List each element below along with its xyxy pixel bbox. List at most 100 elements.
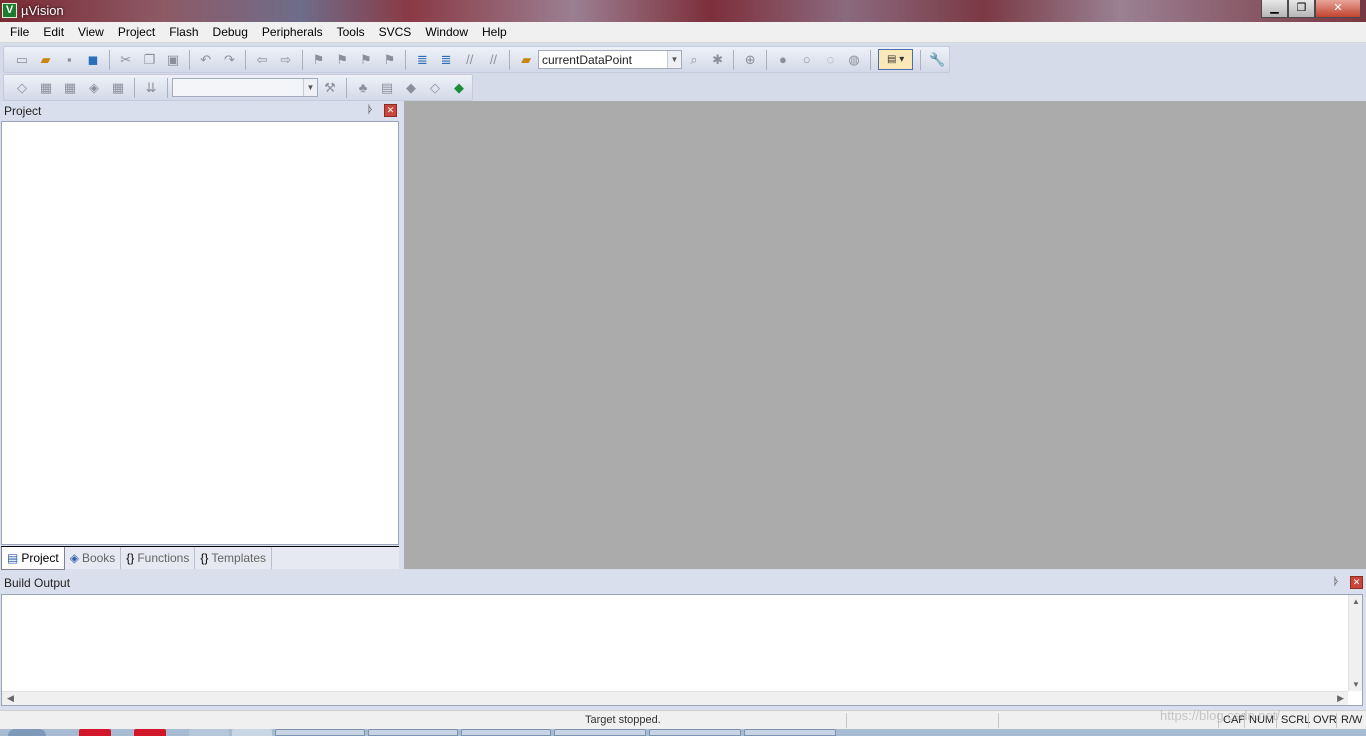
breakpoint-insert-icon[interactable]: ● <box>772 49 794 71</box>
close-icon[interactable]: ✕ <box>1350 576 1363 589</box>
maximize-button[interactable]: ❐ <box>1288 0 1315 18</box>
scroll-right-icon[interactable]: ▶ <box>1337 693 1344 704</box>
paste-icon[interactable]: ▣ <box>162 49 184 71</box>
toolbar-separator <box>869 49 871 70</box>
build-icon[interactable]: ▦ <box>35 77 57 99</box>
status-indicator-rw: R/W <box>1336 713 1362 728</box>
translate-icon[interactable]: ◇ <box>11 77 33 99</box>
tab-templates[interactable]: {} Templates <box>195 547 273 569</box>
comment-icon[interactable]: // <box>459 49 481 71</box>
undo-icon[interactable]: ↶ <box>195 49 217 71</box>
manage-components-icon[interactable]: ▤ <box>376 77 398 99</box>
incremental-find-icon[interactable]: ✱ <box>707 49 729 71</box>
window-layout-toggle[interactable]: ▤ ▾ <box>877 49 914 70</box>
redo-icon[interactable]: ↷ <box>219 49 241 71</box>
configure-wrench-icon[interactable]: 🔧 <box>926 49 948 71</box>
close-button[interactable]: ✕ <box>1315 0 1361 18</box>
download-load-icon[interactable]: ⇊ <box>140 77 162 99</box>
rebuild-icon[interactable]: ▦ <box>59 77 81 99</box>
toolbar-separator <box>134 77 135 98</box>
find-icon[interactable]: ⌕ <box>683 49 705 71</box>
close-icon[interactable]: ✕ <box>384 104 397 117</box>
uncomment-icon[interactable]: // <box>483 49 505 71</box>
toolbar-separator <box>733 49 735 70</box>
breakpoint-kill-all-icon[interactable]: ◍ <box>843 49 865 71</box>
nav-forward-icon[interactable]: ⇨ <box>275 49 297 71</box>
menu-edit[interactable]: Edit <box>36 23 71 42</box>
nav-back-icon[interactable]: ⇦ <box>251 49 273 71</box>
bookmark-prev-icon[interactable]: ⚑ <box>331 49 353 71</box>
vertical-scrollbar[interactable]: ▲ ▼ <box>1348 595 1362 691</box>
debug-session-icon[interactable]: ⊕ <box>739 49 761 71</box>
taskbar-app-icon[interactable] <box>554 729 646 736</box>
breakpoint-disable-all-icon[interactable]: ◌ <box>819 49 841 71</box>
file-toolbar: ▭ ▰ ▪ ◼ ✂ ❐ ▣ ↶ ↷ ⇦ ⇨ ⚑ ⚑ ⚑ ⚑ ≣ ≣ // // … <box>3 46 950 73</box>
bookmark-next-icon[interactable]: ⚑ <box>355 49 377 71</box>
chevron-down-icon[interactable]: ▼ <box>667 51 681 68</box>
build-output-text[interactable]: ▲ ▼ ◀ ▶ <box>1 594 1363 706</box>
scroll-up-icon[interactable]: ▲ <box>1352 597 1360 606</box>
title-bar[interactable]: V µVision ▁ ❐ ✕ <box>0 0 1366 22</box>
horizontal-scrollbar[interactable]: ◀ ▶ <box>2 691 1348 705</box>
file-extensions-icon[interactable]: ♣ <box>352 77 374 99</box>
taskbar-app-icon[interactable] <box>744 729 836 736</box>
project-pane-tabs: ▤ Project ◈ Books {} Functions {} Templa… <box>1 546 399 570</box>
menu-project[interactable]: Project <box>111 23 162 42</box>
editor-area[interactable] <box>404 101 1366 569</box>
taskbar-app-icon[interactable] <box>461 729 551 736</box>
taskbar-app-icon[interactable] <box>232 729 272 736</box>
scroll-left-icon[interactable]: ◀ <box>7 693 14 704</box>
menu-tools[interactable]: Tools <box>330 23 372 42</box>
select-packs-icon[interactable]: ◆ <box>400 77 422 99</box>
taskbar-app-icon[interactable] <box>368 729 458 736</box>
menu-flash[interactable]: Flash <box>162 23 205 42</box>
menu-file[interactable]: File <box>3 23 36 42</box>
pin-icon[interactable]: ᚦ <box>367 104 374 116</box>
toolbar-separator <box>188 49 190 70</box>
pin-icon[interactable]: ᚦ <box>1333 576 1340 588</box>
menu-debug[interactable]: Debug <box>206 23 255 42</box>
minimize-button[interactable]: ▁ <box>1261 0 1288 18</box>
taskbar-app-icon[interactable] <box>649 729 741 736</box>
project-pane-title: Project <box>4 103 42 118</box>
target-combo[interactable]: ▼ <box>172 78 318 97</box>
menu-help[interactable]: Help <box>475 23 514 42</box>
stop-build-icon[interactable]: ▦ <box>107 77 129 99</box>
menu-peripherals[interactable]: Peripherals <box>255 23 330 42</box>
bookmark-toggle-icon[interactable]: ⚑ <box>308 49 330 71</box>
start-button[interactable] <box>8 729 46 736</box>
copy-icon[interactable]: ❐ <box>139 49 161 71</box>
save-icon[interactable]: ▪ <box>58 49 80 71</box>
menu-view[interactable]: View <box>71 23 111 42</box>
batch-build-icon[interactable]: ◈ <box>83 77 105 99</box>
project-tree[interactable] <box>1 121 399 545</box>
indent-icon[interactable]: ≣ <box>411 49 433 71</box>
scroll-down-icon[interactable]: ▼ <box>1352 680 1360 689</box>
taskbar-app-icon[interactable] <box>79 729 111 736</box>
find-combo-value: currentDataPoint <box>541 52 633 67</box>
project-icon: ▤ <box>7 550 19 565</box>
find-combo[interactable]: currentDataPoint ▼ <box>537 50 682 69</box>
find-in-files-icon[interactable]: ▰ <box>515 49 537 71</box>
taskbar-app-icon[interactable] <box>134 729 166 736</box>
open-folder-icon[interactable]: ▰ <box>35 49 57 71</box>
chevron-down-icon[interactable]: ▼ <box>303 79 317 96</box>
unindent-icon[interactable]: ≣ <box>435 49 457 71</box>
menu-window[interactable]: Window <box>418 23 475 42</box>
tab-books[interactable]: ◈ Books <box>65 547 122 569</box>
new-file-icon[interactable]: ▭ <box>11 49 33 71</box>
toolbar-separator <box>405 49 407 70</box>
tab-label: Books <box>81 551 116 565</box>
tab-functions[interactable]: {} Functions <box>121 547 196 569</box>
taskbar-app-icon[interactable] <box>189 729 229 736</box>
save-all-icon[interactable]: ◼ <box>82 49 104 71</box>
breakpoint-enable-icon[interactable]: ○ <box>796 49 818 71</box>
taskbar-app-icon[interactable] <box>275 729 365 736</box>
menu-svcs[interactable]: SVCS <box>372 23 419 42</box>
tab-project[interactable]: ▤ Project <box>1 546 65 570</box>
cut-icon[interactable]: ✂ <box>115 49 137 71</box>
runtime-environment-icon[interactable]: ◆ <box>448 77 470 99</box>
pack-installer-icon[interactable]: ◇ <box>424 77 446 99</box>
bookmark-clear-icon[interactable]: ⚑ <box>379 49 401 71</box>
target-options-icon[interactable]: ⚒ <box>319 77 341 99</box>
